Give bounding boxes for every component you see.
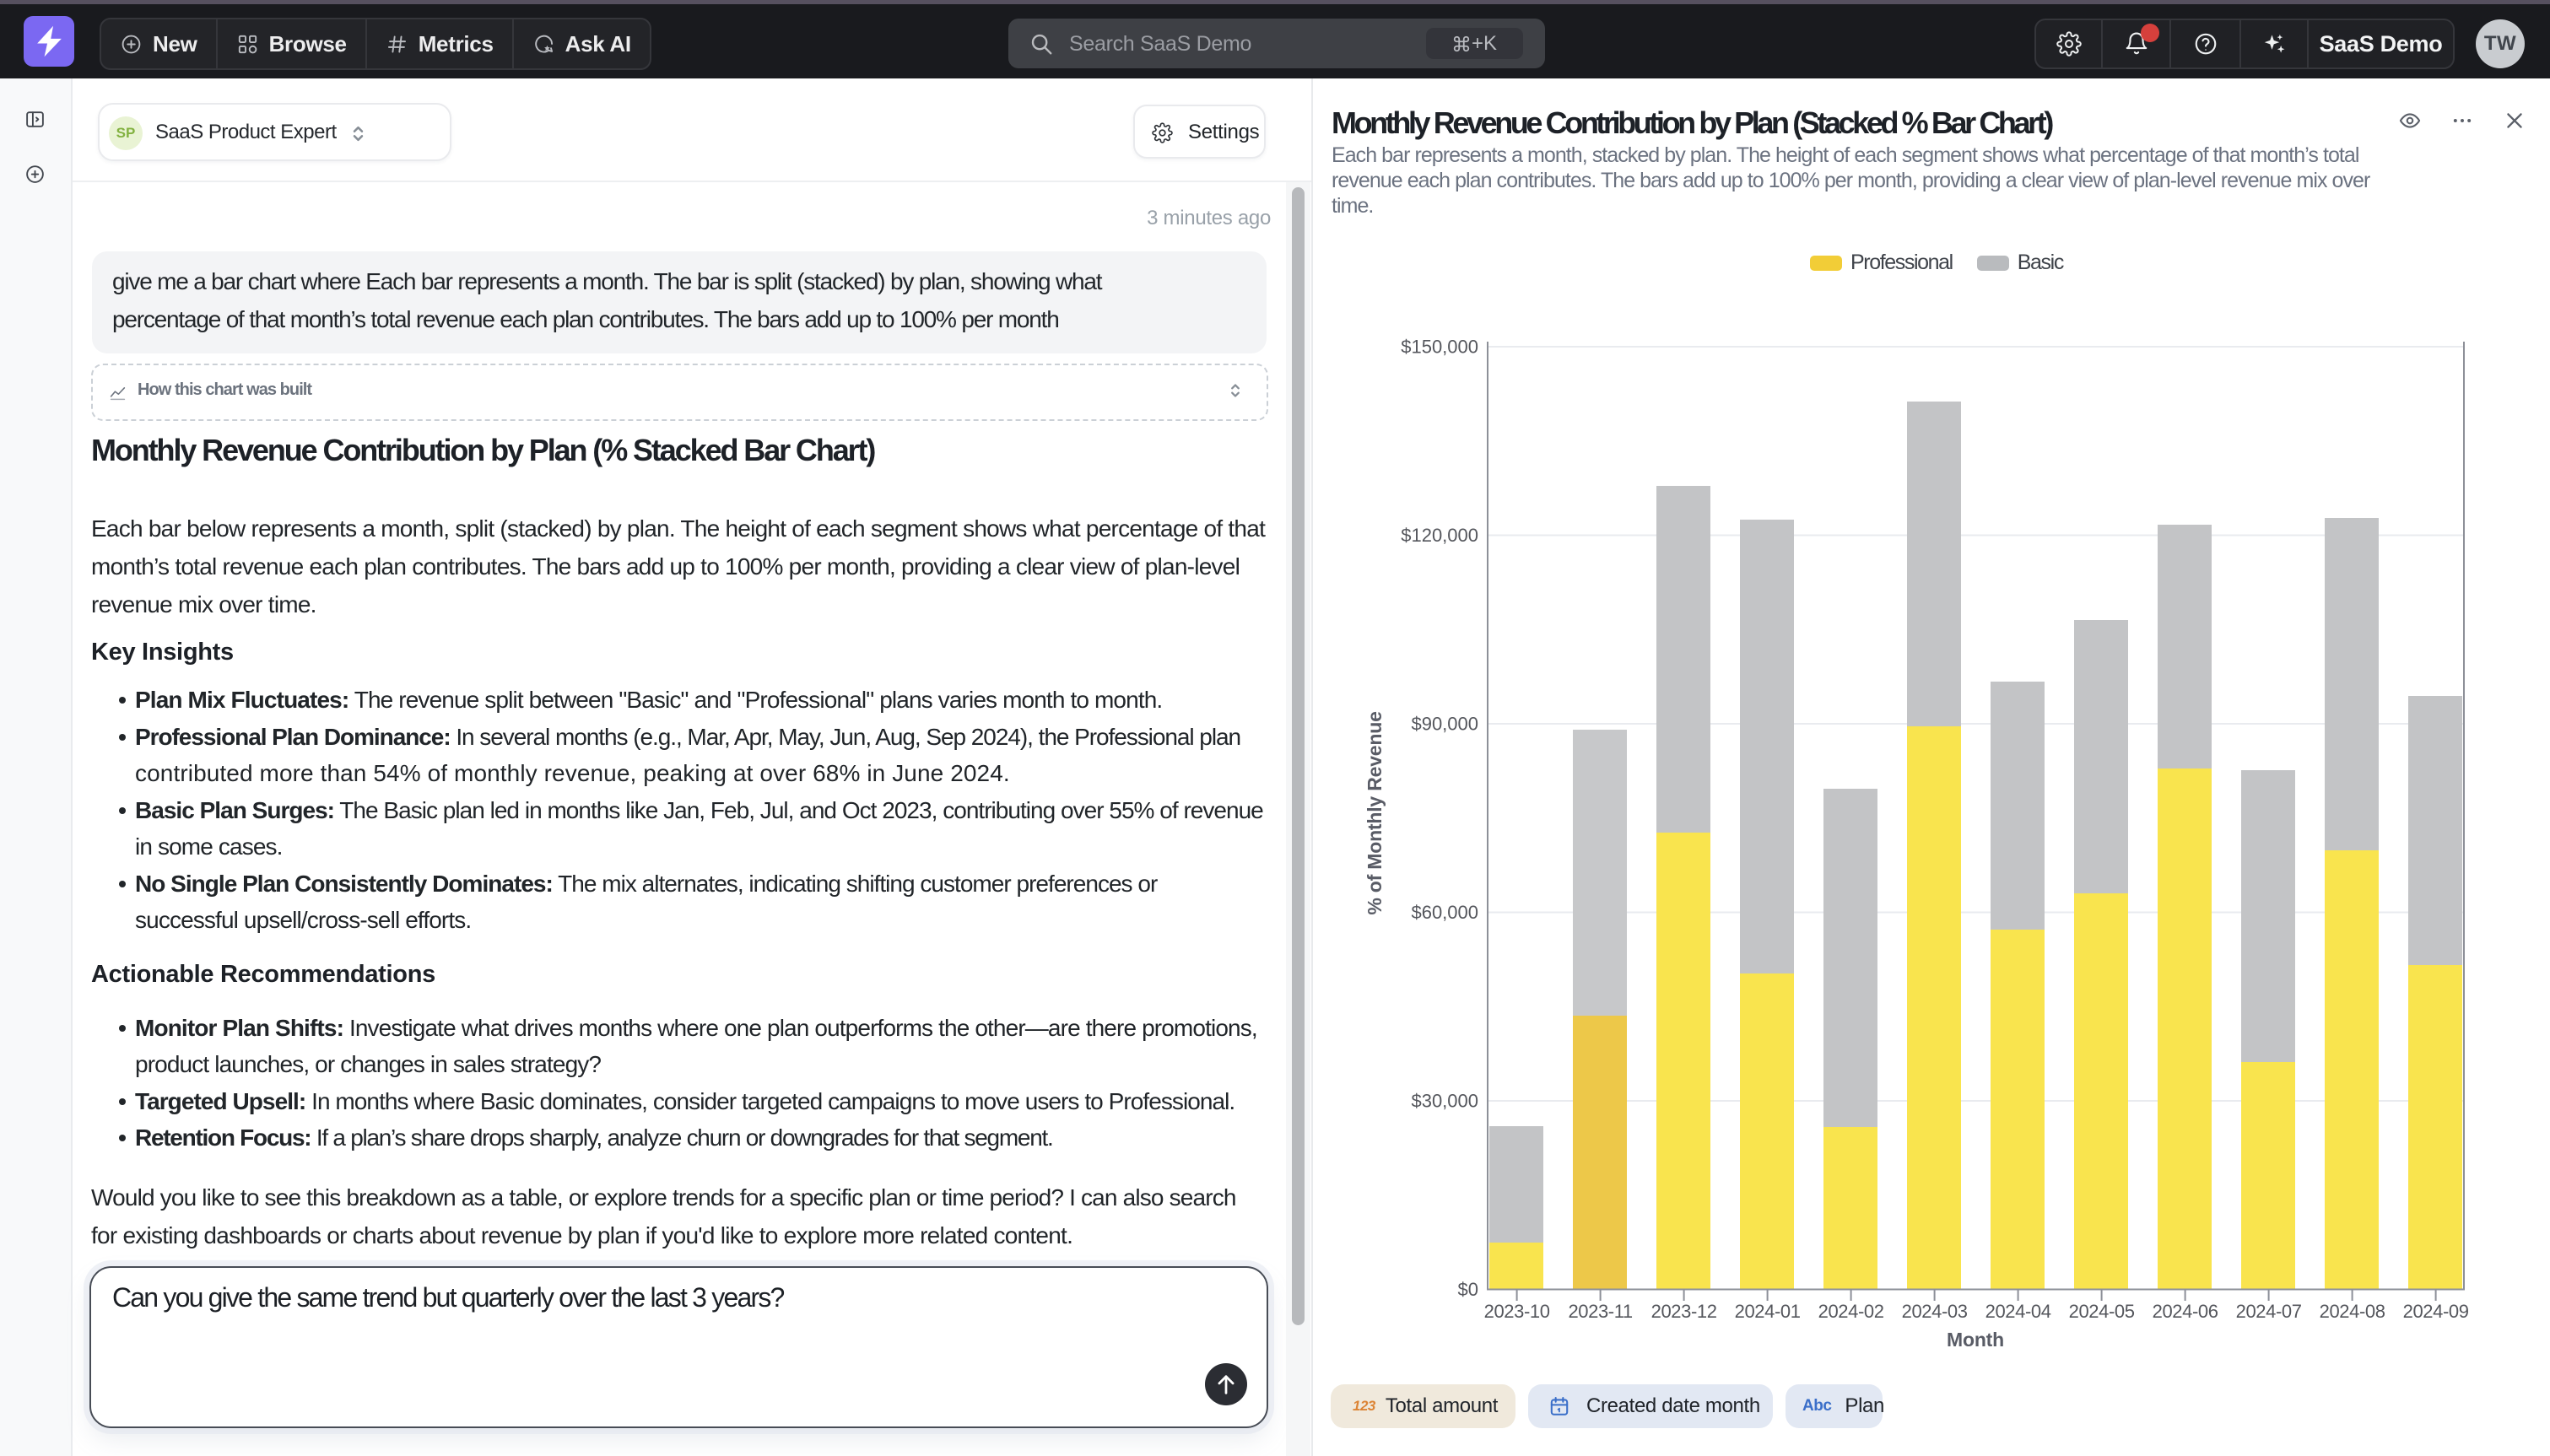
- svg-text:2024-07: 2024-07: [2236, 1301, 2302, 1322]
- svg-text:2024-03: 2024-03: [1902, 1301, 1968, 1322]
- svg-text:2024-08: 2024-08: [2320, 1301, 2385, 1322]
- svg-text:2023-12: 2023-12: [1651, 1301, 1717, 1322]
- svg-text:Month: Month: [1947, 1329, 2004, 1351]
- svg-text:2024-05: 2024-05: [2069, 1301, 2135, 1322]
- svg-text:$150,000: $150,000: [1401, 337, 1478, 358]
- svg-text:2023-10: 2023-10: [1484, 1301, 1550, 1322]
- svg-text:2024-04: 2024-04: [1985, 1301, 2051, 1322]
- svg-text:2024-02: 2024-02: [1818, 1301, 1884, 1322]
- svg-text:$60,000: $60,000: [1411, 902, 1478, 923]
- svg-text:$30,000: $30,000: [1411, 1091, 1478, 1112]
- svg-text:$90,000: $90,000: [1411, 714, 1478, 735]
- svg-text:$0: $0: [1458, 1279, 1478, 1300]
- svg-text:2024-01: 2024-01: [1735, 1301, 1801, 1322]
- svg-text:$120,000: $120,000: [1401, 525, 1478, 546]
- svg-text:2024-06: 2024-06: [2153, 1301, 2218, 1322]
- svg-text:2023-11: 2023-11: [1568, 1301, 1632, 1322]
- svg-text:% of Monthly Revenue: % of Monthly Revenue: [1364, 711, 1386, 914]
- svg-text:2024-09: 2024-09: [2403, 1301, 2469, 1322]
